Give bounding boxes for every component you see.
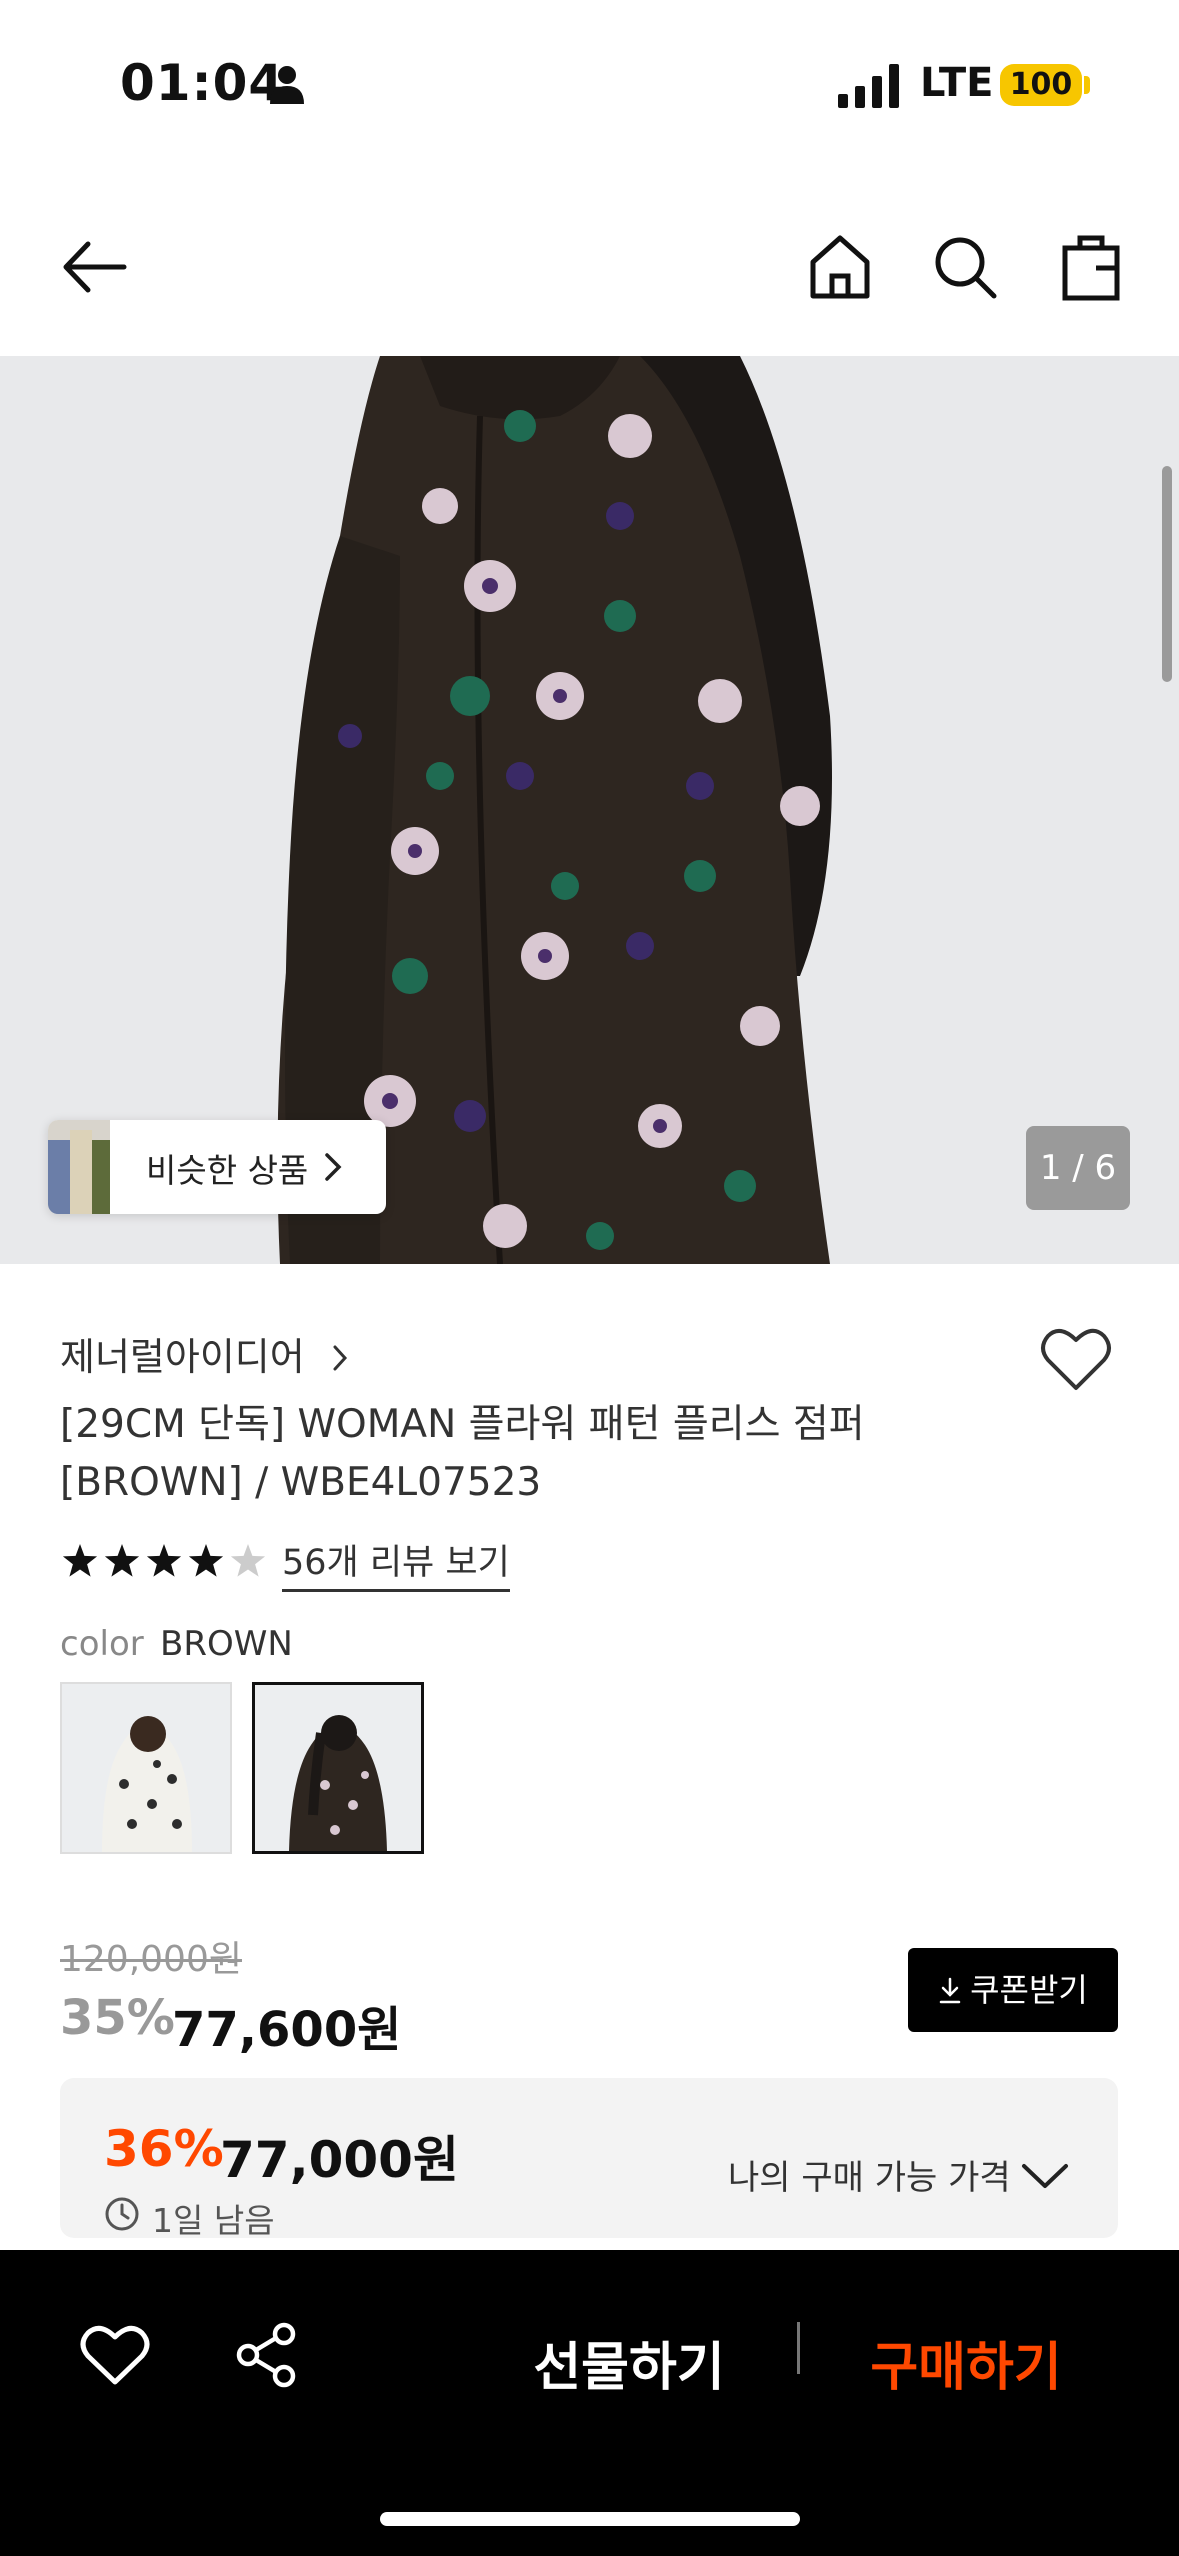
similar-products-chip[interactable]: 비슷한 상품	[48, 1120, 386, 1214]
title-line-1: [29CM 단독] WOMAN 플라워 패턴 플리스 점퍼	[60, 1402, 865, 1447]
color-swatch-brown[interactable]	[252, 1682, 424, 1854]
sale-price: 77,600원	[172, 2002, 402, 2058]
clock-icon	[105, 2197, 139, 2231]
brand-name: 제너럴아이디어	[60, 1335, 305, 1379]
original-price: 120,000원	[60, 1939, 242, 1980]
search-icon[interactable]	[930, 232, 1000, 302]
color-label: color	[60, 1624, 144, 1664]
rating-stars	[62, 1544, 266, 1577]
back-arrow-icon[interactable]	[58, 232, 128, 302]
heart-icon[interactable]	[80, 2324, 150, 2386]
star-filled-icon	[62, 1544, 98, 1577]
buy-button[interactable]: 구매하기	[846, 2318, 1086, 2418]
brand-link[interactable]: 제너럴아이디어	[60, 1326, 349, 1381]
status-time: 01:04	[120, 54, 285, 112]
reviews-link[interactable]: 56개 리뷰 보기	[282, 1534, 510, 1592]
coupon-button[interactable]: 쿠폰받기	[908, 1948, 1118, 2032]
my-price-panel[interactable]: 36% 77,000원 1일 남음 나의 구매 가능 가격	[60, 2078, 1118, 2240]
network-label: LTE	[920, 60, 994, 106]
similar-products-label: 비슷한 상품	[146, 1151, 309, 1190]
heart-icon[interactable]	[1040, 1326, 1112, 1392]
scrollbar[interactable]	[1162, 466, 1172, 682]
divider	[797, 2322, 800, 2374]
product-title: [29CM 단독] WOMAN 플라워 패턴 플리스 점퍼 [BROWN] / …	[60, 1396, 960, 1512]
my-discount-rate: 36%	[104, 2120, 224, 2178]
battery-tip	[1084, 76, 1090, 94]
color-value: BROWN	[160, 1624, 293, 1664]
gift-button[interactable]: 선물하기	[504, 2318, 754, 2418]
battery-indicator: 100	[1000, 64, 1082, 106]
similar-thumbnails	[48, 1120, 110, 1214]
title-line-2: [BROWN] / WBE4L07523	[60, 1460, 542, 1505]
my-price: 77,000원	[220, 2131, 459, 2189]
discount-rate: 35%	[60, 1990, 175, 2046]
star-empty-icon	[230, 1544, 266, 1577]
chevron-right-icon	[325, 1153, 342, 1181]
my-price-label: 나의 구매 가능 가격	[728, 2158, 1011, 2198]
color-swatch-white[interactable]	[60, 1682, 232, 1854]
star-filled-icon	[146, 1544, 182, 1577]
coupon-label: 쿠폰받기	[970, 1971, 1088, 2009]
chevron-down-icon[interactable]	[1020, 2156, 1070, 2196]
home-icon[interactable]	[805, 232, 875, 302]
share-icon[interactable]	[236, 2322, 298, 2388]
image-counter: 1 / 6	[1026, 1126, 1130, 1210]
home-indicator	[380, 2512, 800, 2526]
time-left: 1일 남음	[152, 2201, 275, 2240]
person-icon	[270, 66, 304, 104]
signal-icon	[838, 64, 899, 108]
bottom-action-bar: 선물하기 구매하기	[0, 2250, 1179, 2556]
shopping-bag-icon[interactable]	[1056, 232, 1126, 302]
star-filled-icon	[104, 1544, 140, 1577]
download-icon	[939, 1977, 961, 2004]
chevron-right-icon	[333, 1345, 347, 1371]
star-filled-icon	[188, 1544, 224, 1577]
